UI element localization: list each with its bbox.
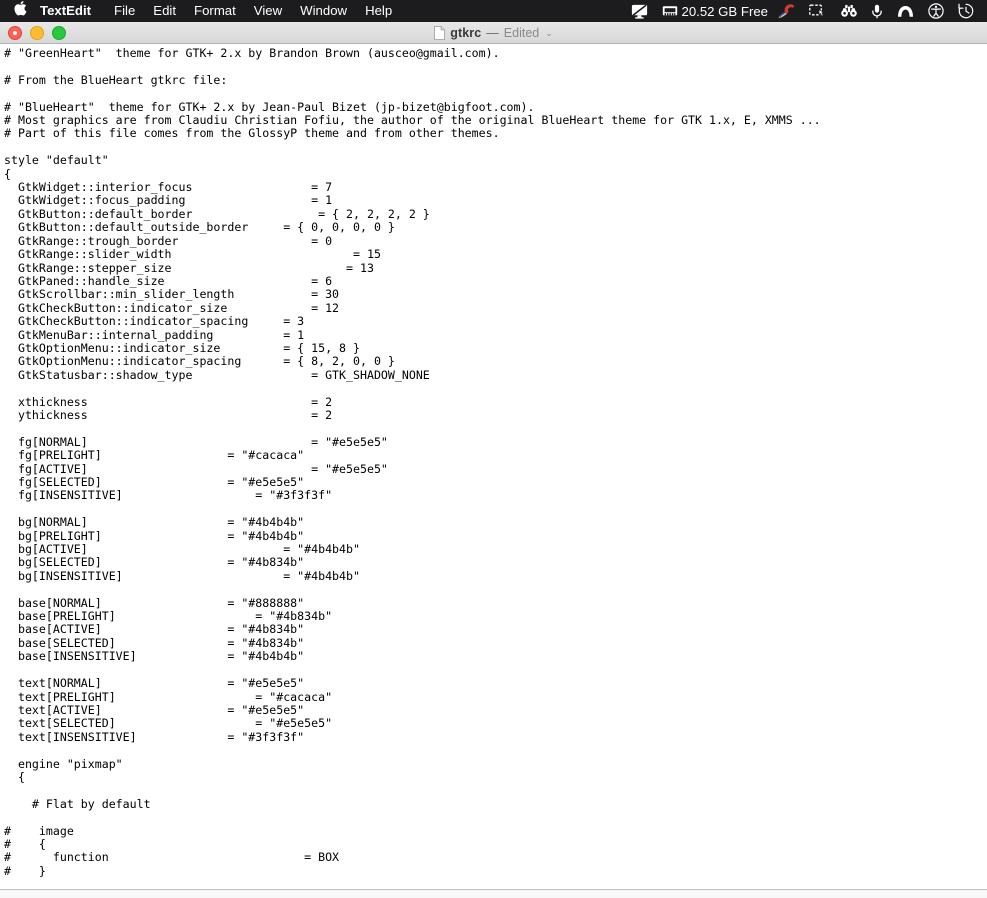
screenshot-tool-icon[interactable] [802, 0, 834, 22]
microphone-icon[interactable] [864, 0, 890, 22]
window-edited-state: Edited [503, 26, 540, 40]
window-controls [8, 22, 66, 44]
window-title-bar[interactable]: gtkrc — Edited ⌄ [0, 22, 987, 44]
memory-free-indicator[interactable]: 20.52 GB Free [655, 0, 772, 22]
window-title-group: gtkrc — Edited ⌄ [0, 22, 987, 44]
time-machine-icon[interactable] [951, 0, 981, 22]
apple-menu-icon[interactable] [0, 0, 38, 22]
textedit-window: gtkrc — Edited ⌄ # "GreenHeart" theme fo… [0, 22, 987, 898]
window-bottom-edge [0, 889, 987, 898]
menu-help[interactable]: Help [356, 0, 401, 22]
accessibility-icon[interactable] [921, 0, 951, 22]
menu-bar-app-menus: TextEdit File Edit Format View Window He… [0, 0, 401, 22]
window-title-text: gtkrc [450, 26, 482, 40]
menu-textedit[interactable]: TextEdit [38, 0, 105, 22]
menu-bar-status-items: 20.52 GB Free [624, 0, 982, 22]
document-content[interactable]: # "GreenHeart" theme for GTK+ 2.x by Bra… [0, 45, 987, 898]
display-icon[interactable] [624, 0, 655, 22]
document-icon [434, 26, 446, 40]
menu-window[interactable]: Window [291, 0, 356, 22]
disk-free-label: 20.52 GB Free [681, 3, 769, 19]
minimize-button[interactable] [30, 26, 44, 40]
macos-menu-bar: TextEdit File Edit Format View Window He… [0, 0, 987, 22]
ccleaner-icon[interactable] [771, 0, 802, 22]
menu-file[interactable]: File [105, 0, 144, 22]
menu-view[interactable]: View [245, 0, 291, 22]
document-text-area[interactable]: # "GreenHeart" theme for GTK+ 2.x by Bra… [0, 45, 987, 898]
malwarebytes-icon[interactable] [890, 0, 921, 22]
window-title-separator: — [486, 26, 499, 40]
close-button[interactable] [8, 26, 22, 40]
menu-format[interactable]: Format [185, 0, 245, 22]
menu-edit[interactable]: Edit [144, 0, 185, 22]
maximize-button[interactable] [52, 26, 66, 40]
binoculars-icon[interactable] [834, 0, 864, 22]
chevron-down-icon[interactable]: ⌄ [545, 28, 553, 39]
